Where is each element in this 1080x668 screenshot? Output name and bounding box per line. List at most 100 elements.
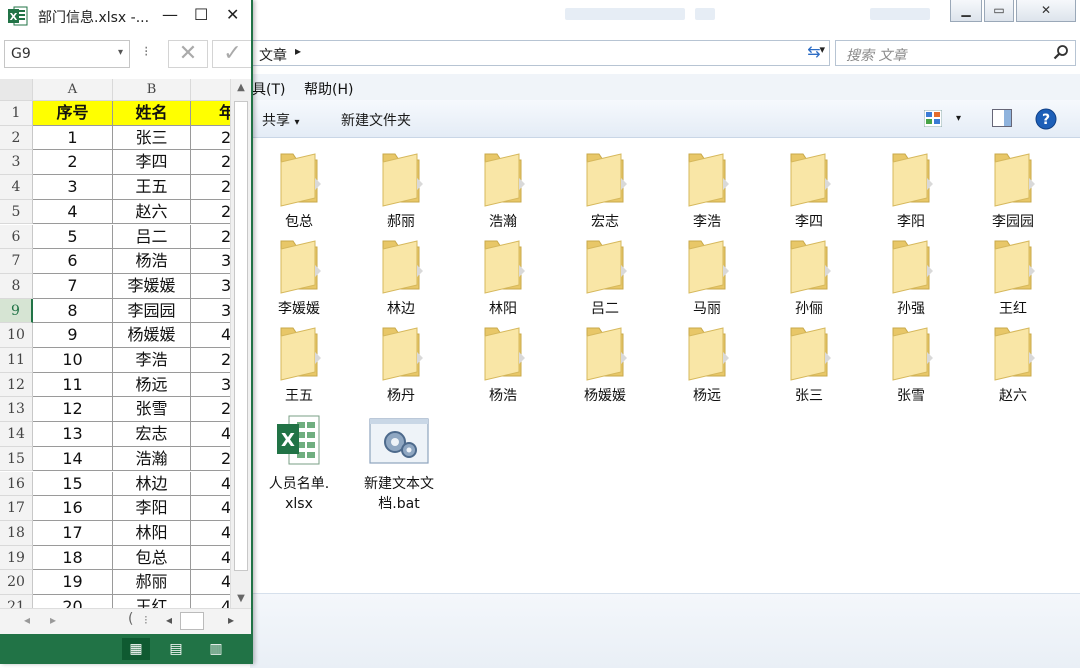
breadcrumb-arrow-icon[interactable]: ▸ — [295, 44, 301, 58]
column-header[interactable]: B — [113, 79, 191, 101]
row-header[interactable]: 1 — [0, 101, 33, 126]
data-cell-partial[interactable]: 4 — [191, 520, 231, 546]
data-cell[interactable]: 李园园 — [113, 298, 191, 324]
folder-item[interactable]: 包总 — [254, 148, 344, 232]
folder-item[interactable]: 杨媛媛 — [560, 322, 650, 406]
data-cell-partial[interactable]: 2 — [191, 224, 231, 250]
data-cell-partial[interactable]: 2 — [191, 397, 231, 423]
excel-close-button[interactable]: ✕ — [226, 5, 239, 24]
formula-bar-grip-icon[interactable]: ⁝ — [144, 44, 148, 60]
vertical-scrollbar[interactable]: ▲ ▼ — [230, 79, 251, 608]
help-icon[interactable]: ? — [1035, 108, 1057, 130]
name-box[interactable]: G9 ▾ — [4, 40, 130, 68]
hscroll-left-icon[interactable]: ◂ — [166, 613, 172, 627]
new-folder-button[interactable]: 新建文件夹 — [341, 110, 411, 130]
folder-item[interactable]: 张三 — [764, 322, 854, 406]
folder-item[interactable]: 李媛媛 — [254, 235, 344, 319]
folder-item[interactable]: 杨浩 — [458, 322, 548, 406]
row-header[interactable]: 16 — [0, 471, 33, 497]
horizontal-scrollbar-thumb[interactable] — [180, 612, 204, 630]
data-cell[interactable]: 张雪 — [113, 397, 191, 423]
folder-item[interactable]: 宏志 — [560, 148, 650, 232]
scrollbar-thumb[interactable] — [234, 101, 248, 571]
data-cell[interactable]: 18 — [33, 545, 113, 571]
row-header[interactable]: 11 — [0, 348, 33, 373]
data-cell[interactable]: 6 — [33, 249, 113, 274]
data-cell[interactable]: 包总 — [113, 545, 191, 571]
header-cell[interactable]: 序号 — [33, 101, 113, 126]
sheet-next-icon[interactable]: ▸ — [50, 613, 56, 627]
data-cell[interactable]: 19 — [33, 570, 113, 595]
page-break-view-icon[interactable]: ▥ — [202, 638, 230, 660]
row-header[interactable]: 18 — [0, 520, 33, 546]
folder-item[interactable]: 赵六 — [968, 322, 1058, 406]
folder-item[interactable]: 王五 — [254, 322, 344, 406]
data-cell-partial[interactable]: 4 — [191, 422, 231, 447]
header-cell[interactable]: 姓名 — [113, 101, 191, 126]
data-cell[interactable]: 吕二 — [113, 224, 191, 250]
data-cell-partial[interactable]: 2 — [191, 199, 231, 225]
folder-item[interactable]: 浩瀚 — [458, 148, 548, 232]
excel-minimize-button[interactable]: — — [162, 5, 178, 24]
data-cell[interactable]: 林边 — [113, 471, 191, 497]
data-cell-partial[interactable]: 4 — [191, 496, 231, 521]
data-cell[interactable]: 3 — [33, 175, 113, 200]
data-cell[interactable]: 12 — [33, 397, 113, 423]
column-header[interactable] — [191, 79, 231, 101]
row-header[interactable]: 8 — [0, 273, 33, 299]
sheet-prev-icon[interactable]: ◂ — [24, 613, 30, 627]
share-button[interactable]: 共享 ▾ — [262, 110, 299, 130]
refresh-icon[interactable]: ⇆ — [800, 42, 828, 64]
folder-item[interactable]: 杨丹 — [356, 322, 446, 406]
folder-item[interactable]: 李浩 — [662, 148, 752, 232]
folder-item[interactable]: 马丽 — [662, 235, 752, 319]
column-header[interactable]: A — [33, 79, 113, 101]
row-header[interactable]: 6 — [0, 224, 33, 250]
row-header[interactable]: 21 — [0, 595, 33, 608]
explorer-minimize-button[interactable]: ▁ — [950, 0, 982, 22]
row-header[interactable]: 7 — [0, 249, 33, 274]
folder-item[interactable]: 李四 — [764, 148, 854, 232]
data-cell[interactable]: 8 — [33, 298, 113, 324]
explorer-maximize-button[interactable]: ▭ — [984, 0, 1014, 22]
cancel-entry-button[interactable]: ✕ — [168, 40, 208, 68]
row-header[interactable]: 17 — [0, 496, 33, 521]
data-cell[interactable]: 李媛媛 — [113, 273, 191, 299]
data-cell[interactable]: 杨浩 — [113, 249, 191, 274]
data-cell[interactable]: 10 — [33, 348, 113, 373]
row-header[interactable]: 3 — [0, 150, 33, 176]
scroll-up-icon[interactable]: ▲ — [231, 79, 251, 97]
data-cell[interactable]: 杨远 — [113, 372, 191, 398]
data-cell[interactable]: 13 — [33, 422, 113, 447]
scroll-down-icon[interactable]: ▼ — [231, 590, 251, 608]
hscroll-right-icon[interactable]: ▸ — [228, 613, 234, 627]
data-cell[interactable]: 李四 — [113, 150, 191, 176]
data-cell[interactable]: 4 — [33, 199, 113, 225]
row-header[interactable]: 4 — [0, 175, 33, 200]
row-header[interactable]: 20 — [0, 570, 33, 595]
data-cell[interactable]: 林阳 — [113, 520, 191, 546]
search-input[interactable]: 搜索 文章 — [835, 40, 1076, 66]
menu-help[interactable]: 帮助(H) — [304, 79, 353, 99]
folder-item[interactable]: 林阳 — [458, 235, 548, 319]
data-cell[interactable]: 李阳 — [113, 496, 191, 521]
address-bar[interactable]: 文章 ▸ ▾ — [250, 40, 830, 66]
data-cell-partial[interactable]: 4 — [191, 323, 231, 348]
row-header[interactable]: 10 — [0, 323, 33, 348]
data-cell[interactable]: 2 — [33, 150, 113, 176]
folder-item[interactable]: 杨远 — [662, 322, 752, 406]
view-options-icon[interactable] — [924, 110, 942, 127]
data-cell[interactable]: 郝丽 — [113, 570, 191, 595]
folder-item[interactable]: 李阳 — [866, 148, 956, 232]
explorer-close-button[interactable]: ✕ — [1016, 0, 1076, 22]
data-cell[interactable]: 王红 — [113, 595, 191, 608]
data-cell-partial[interactable]: 3 — [191, 249, 231, 274]
confirm-entry-button[interactable]: ✓ — [212, 40, 251, 68]
row-header[interactable]: 15 — [0, 446, 33, 472]
data-cell[interactable]: 宏志 — [113, 422, 191, 447]
data-cell-partial[interactable]: 4 — [191, 570, 231, 595]
file-item[interactable]: 新建文本文 档.bat — [354, 410, 444, 514]
data-cell[interactable]: 7 — [33, 273, 113, 299]
select-all-corner[interactable] — [0, 79, 33, 101]
data-cell[interactable]: 15 — [33, 471, 113, 497]
